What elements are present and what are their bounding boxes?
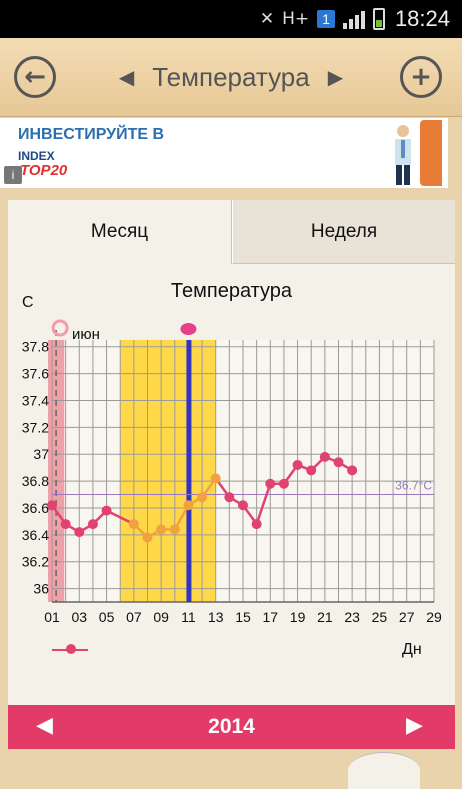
data-point <box>197 492 208 503</box>
data-point <box>347 465 358 476</box>
data-point <box>306 465 317 476</box>
x-tick-label: 27 <box>399 609 415 625</box>
page-title: Температура <box>152 61 310 92</box>
x-tick-label: 23 <box>344 609 360 625</box>
year-selector: ◀ 2014 ▶ <box>8 705 455 749</box>
ad-info-icon[interactable]: i <box>4 166 22 184</box>
next-chart-icon[interactable]: ▶ <box>328 65 343 89</box>
y-tick-label: 37.6 <box>22 366 49 382</box>
data-point <box>278 478 289 489</box>
legend-series-marker <box>66 644 76 654</box>
data-point <box>156 524 167 535</box>
ovulation-marker-icon <box>180 323 197 335</box>
x-tick-label: 01 <box>44 609 60 625</box>
x-tick-label: 07 <box>126 609 142 625</box>
x-tick-label: 17 <box>262 609 278 625</box>
app-header: ← ◀ Температура ▶ + <box>0 38 462 117</box>
battery-icon <box>372 8 385 30</box>
data-point <box>251 519 262 530</box>
y-tick-label: 36.2 <box>22 554 49 570</box>
x-tick-label: 15 <box>235 609 251 625</box>
y-tick-label: 36.8 <box>22 473 49 489</box>
ovulation-line <box>186 340 192 602</box>
x-tick-label: 03 <box>71 609 87 625</box>
y-tick-label: 37 <box>33 446 49 462</box>
data-point <box>142 532 153 543</box>
back-arrow-icon: ← <box>24 62 46 92</box>
no-sound-icon: ✕ <box>259 9 275 29</box>
notification-badge: 1 <box>317 10 335 28</box>
data-point <box>47 500 57 511</box>
data-point <box>74 527 85 538</box>
data-point <box>292 459 303 470</box>
ad-banner[interactable]: ИНВЕСТИРУЙТЕ В INDEX TOP20 i <box>0 118 448 188</box>
month-label: июн <box>72 326 100 343</box>
x-tick-label: 11 <box>181 609 196 625</box>
x-tick-label: 09 <box>153 609 169 625</box>
prev-chart-icon[interactable]: ◀ <box>119 65 134 89</box>
status-bar: ✕ H+ 1 18:24 <box>0 0 462 38</box>
next-triangle-icon[interactable]: ▶ <box>406 713 423 738</box>
add-button[interactable]: + <box>400 56 442 98</box>
back-button[interactable]: ← <box>14 56 56 98</box>
prev-triangle-icon[interactable]: ◀ <box>36 713 53 738</box>
y-tick-label: 37.2 <box>22 419 49 435</box>
temperature-chart[interactable]: 36.7°C 37.8 37.6 37.4 37.2 37 36.8 36.6 36.4 36.2… <box>8 200 455 705</box>
ad-headline: ИНВЕСТИРУЙТЕ В <box>18 126 165 143</box>
title-switcher: ◀ Температура ▶ <box>100 60 362 94</box>
y-tick-label: 36.4 <box>22 527 49 543</box>
x-tick-label: 25 <box>372 609 388 625</box>
y-tick-label: 36.6 <box>22 500 49 516</box>
y-tick-label: 36 <box>33 581 49 597</box>
x-tick-label: 21 <box>317 609 333 625</box>
y-tick-label: 37.4 <box>22 392 49 408</box>
data-point <box>238 500 248 511</box>
network-type: H+ <box>282 9 310 29</box>
year-label: 2014 <box>208 715 255 738</box>
x-tick-label: 13 <box>208 609 224 625</box>
plus-icon: + <box>410 62 432 92</box>
data-point <box>319 451 330 462</box>
signal-icon <box>342 9 365 29</box>
coverline-label: 36.7°C <box>395 479 432 493</box>
today-marker-icon <box>51 319 69 337</box>
data-point <box>210 473 221 484</box>
data-point <box>87 519 98 530</box>
fertile-window <box>120 340 216 602</box>
ad-brand-index: INDEX <box>18 149 55 163</box>
x-tick-label: 19 <box>290 609 306 625</box>
data-point <box>60 519 71 530</box>
ad-brand-top: TOP20 <box>20 162 68 179</box>
data-point <box>101 505 112 516</box>
data-point <box>128 519 139 530</box>
data-point <box>265 478 276 489</box>
ad-decoration <box>420 120 442 186</box>
bottom-handle[interactable] <box>348 752 420 789</box>
data-point <box>333 457 344 468</box>
ad-person-illustration <box>395 125 411 185</box>
x-tick-label: 29 <box>426 609 442 625</box>
x-axis-unit: Дн <box>402 641 422 658</box>
data-point <box>169 524 180 535</box>
data-point <box>183 500 194 511</box>
chart-card: Месяц Неделя Температура С 36.7°C 37.8 37.… <box>8 200 455 705</box>
y-tick-label: 37.8 <box>22 339 49 355</box>
x-tick-label: 05 <box>99 609 115 625</box>
clock: 18:24 <box>394 6 450 31</box>
data-point <box>224 492 235 503</box>
